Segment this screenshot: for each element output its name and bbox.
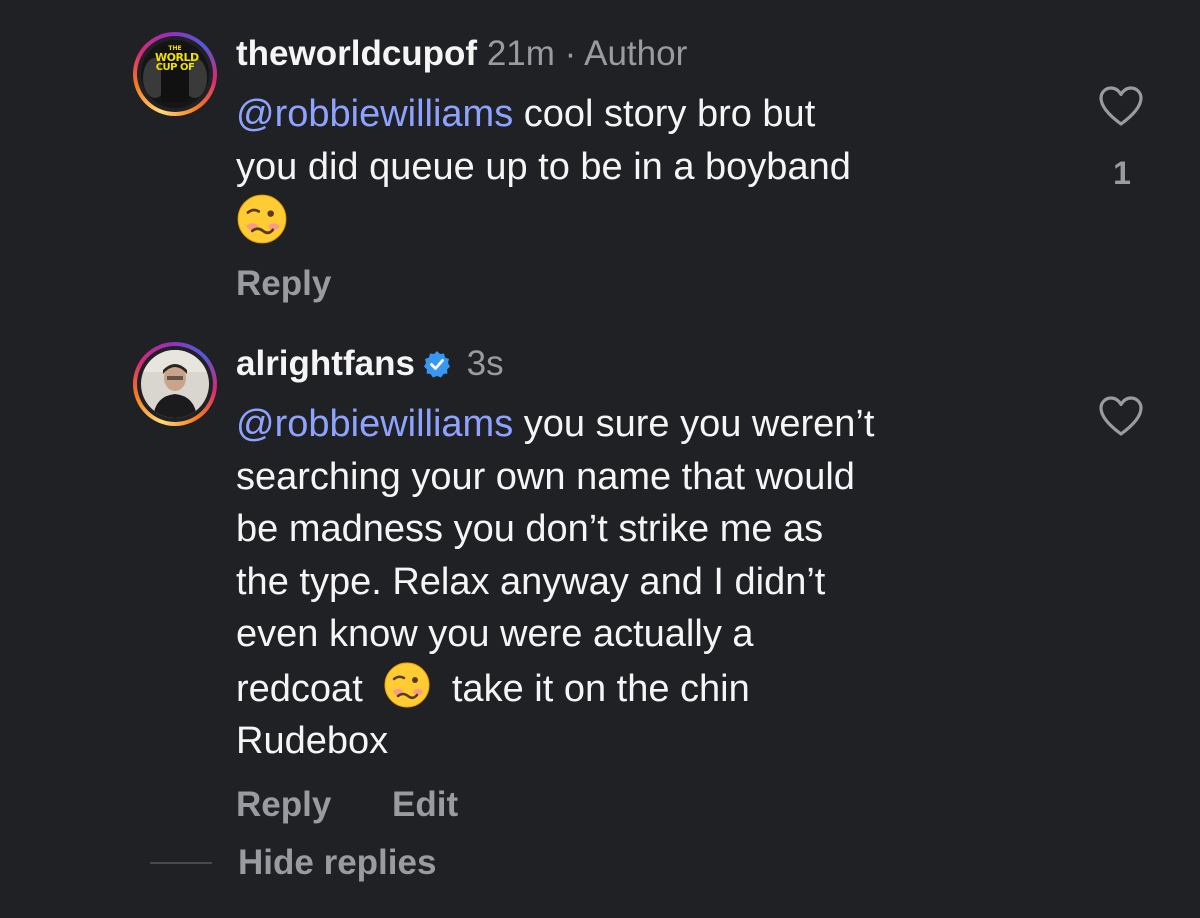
comment-text-line: you sure you weren’t	[513, 403, 875, 445]
woozy-face-emoji-icon	[237, 194, 287, 244]
comment-header: alrightfans 3s	[236, 344, 504, 384]
timestamp: 3s	[466, 344, 504, 383]
comment-text-line: you did queue up to be in a boyband	[236, 145, 851, 188]
edit-button[interactable]: Edit	[392, 785, 458, 825]
woozy-face-emoji-icon	[384, 662, 430, 707]
username[interactable]: alrightfans	[236, 344, 415, 383]
avatar-image	[141, 350, 209, 418]
comment-text-line: the type. Relax anyway and I didn’t	[236, 560, 826, 603]
like-count: 1	[1113, 155, 1131, 191]
like-heart-icon[interactable]	[1098, 395, 1144, 437]
author-tag: Author	[584, 34, 688, 73]
timestamp: 21m	[486, 34, 555, 73]
reply-button[interactable]: Reply	[236, 264, 331, 304]
comment-text-fragment: redcoat	[236, 667, 363, 710]
comment-text-line: be madness you don’t strike me as	[236, 508, 824, 550]
comment-text: @robbiewilliams cool story bro but you d…	[236, 88, 851, 245]
replies-divider	[150, 862, 212, 864]
meta-separator: ·	[564, 34, 577, 73]
avatar-logo-line3: CUP OF	[155, 62, 195, 73]
comment-text-line: cool story bro but	[513, 93, 816, 135]
avatar[interactable]: THE WORLD CUP OF	[133, 32, 217, 116]
comment-text-line: searching your own name that would	[236, 455, 855, 498]
hide-replies-button[interactable]: Hide replies	[238, 843, 436, 883]
username[interactable]: theworldcupof	[236, 34, 477, 73]
like-heart-icon[interactable]	[1098, 85, 1144, 127]
verified-badge-icon	[423, 351, 450, 378]
comment-text-fragment: take it on the chin	[451, 667, 750, 710]
comment-text: @robbiewilliams you sure you weren’t sea…	[236, 398, 874, 768]
comment-header: theworldcupof 21m · Author	[236, 34, 687, 74]
mention-link[interactable]: @robbiewilliams	[236, 403, 513, 445]
comment-text-line: even know you were actually a	[236, 613, 754, 655]
comment-text-line: Rudebox	[236, 720, 389, 762]
avatar[interactable]	[133, 342, 217, 426]
mention-link[interactable]: @robbiewilliams	[236, 93, 513, 135]
reply-button[interactable]: Reply	[236, 785, 331, 825]
